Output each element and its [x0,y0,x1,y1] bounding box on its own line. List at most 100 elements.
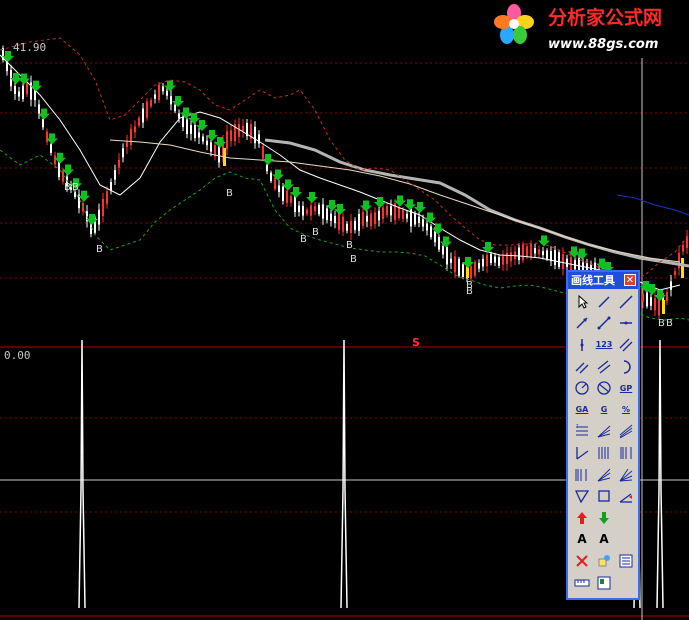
palette-tool-ellipse[interactable] [593,377,615,399]
palette-tool-trend-channel[interactable] [615,421,637,443]
candle-body [526,246,528,257]
palette-tool-regression[interactable] [571,442,593,464]
palette-tool-gp[interactable]: GP [615,377,637,399]
candle-body [302,205,304,216]
palette-tool-percent[interactable]: % [615,399,637,421]
line-icon [598,296,610,308]
candle-body [22,85,24,100]
palette-tool-gann[interactable]: G [593,399,615,421]
candle-body [218,145,220,163]
palette-tool-select[interactable] [593,550,615,572]
palette-tool-arc[interactable] [615,356,637,378]
palette-tool-segment[interactable] [593,313,615,335]
candle-body [374,212,376,225]
palette-title: 画线工具 [571,274,615,287]
palette-tool-fibonacci[interactable]: T [571,421,593,443]
candle-body [494,256,496,263]
percent-icon: % [621,405,630,415]
palette-title-bar[interactable]: 画线工具 ✕ [568,272,638,289]
palette-tool-angle[interactable] [615,485,637,507]
fib-time-icon [575,468,587,481]
candle-body [414,212,416,225]
sell-signal-marker: S [412,336,420,349]
candle-body [306,209,308,214]
candle-body [150,99,152,107]
palette-tool-price-label[interactable]: 123 [593,334,615,356]
candle-body [38,104,40,115]
candle-body [342,216,344,232]
speed-lines-icon [597,425,611,438]
palette-tool-time-zones[interactable] [615,442,637,464]
fan-lines-icon [597,468,611,482]
palette-tool-circle[interactable] [571,377,593,399]
candle-body [398,208,400,219]
palette-tool-text-box[interactable]: A [593,529,615,551]
candle-body [226,131,228,149]
buy-arrow-icon [440,236,452,248]
candle-body [158,84,160,101]
palette-tool-triangle[interactable] [571,485,593,507]
palette-tool-list[interactable] [615,550,637,572]
candle-body [346,223,348,231]
drawing-tools-palette[interactable]: 画线工具 ✕ 123 GP GA G% T A A [566,270,640,600]
vertical-line-icon [580,338,584,351]
candle-body [174,104,176,112]
candle-body [366,215,368,222]
candle-body [674,271,676,276]
palette-tool-ray[interactable] [615,291,637,313]
candle-body [522,244,524,261]
palette-tool-speed-lines[interactable] [593,421,615,443]
candle-body [318,204,320,215]
palette-tool-arrow-line[interactable] [571,313,593,335]
palette-empty-slot [615,572,637,594]
candle-body [658,298,660,316]
palette-tool-gann-fan[interactable] [615,464,637,486]
palette-empty-slot [615,507,637,529]
palette-tool-horizontal-line[interactable] [615,313,637,335]
palette-tool-ruler[interactable] [571,572,593,594]
buy-arrow-icon [164,80,176,92]
palette-tool-line[interactable] [593,291,615,313]
candle-body [558,252,560,267]
save-icon [597,576,611,590]
ga-icon: GA [575,405,589,415]
highlight-candle [681,258,684,278]
palette-tool-fib-time[interactable] [571,464,593,486]
palette-close-button[interactable]: ✕ [624,274,636,286]
palette-tool-fan-lines[interactable] [593,464,615,486]
price-label-icon: 123 [595,340,613,350]
candle-body [334,215,336,224]
palette-tool-save[interactable] [593,572,615,594]
regression-icon [576,446,589,460]
palette-tool-cycle-lines[interactable] [593,442,615,464]
palette-tool-vertical-line[interactable] [571,334,593,356]
candle-body [338,212,340,231]
candle-body [322,204,324,219]
buy-marker-label: B [350,254,357,265]
candle-body [134,126,136,133]
palette-tool-delete[interactable] [571,550,593,572]
ellipse-icon [597,381,611,395]
palette-tool-text[interactable]: A [571,529,593,551]
down-arrow-icon [599,511,609,524]
candle-body [262,145,264,159]
blank-icon [618,510,634,526]
candle-body [534,248,536,254]
palette-tool-ga[interactable]: GA [571,399,593,421]
palette-tool-cursor[interactable] [571,291,593,313]
palette-tool-parallel-lines[interactable] [615,334,637,356]
candle-body [290,196,292,203]
candle-body [510,252,512,262]
candle-body [642,293,644,302]
buy-arrow-icon [206,130,218,141]
gp-icon: GP [619,383,633,393]
palette-tool-up-arrow[interactable] [571,507,593,529]
candle-body [142,108,144,123]
candle-body [326,208,328,221]
svg-text:T: T [575,424,579,429]
palette-tool-down-arrow[interactable] [593,507,615,529]
palette-tool-channel[interactable] [593,356,615,378]
palette-tool-dual-lines[interactable] [571,356,593,378]
candle-body [166,90,168,96]
palette-tool-rectangle[interactable] [593,485,615,507]
